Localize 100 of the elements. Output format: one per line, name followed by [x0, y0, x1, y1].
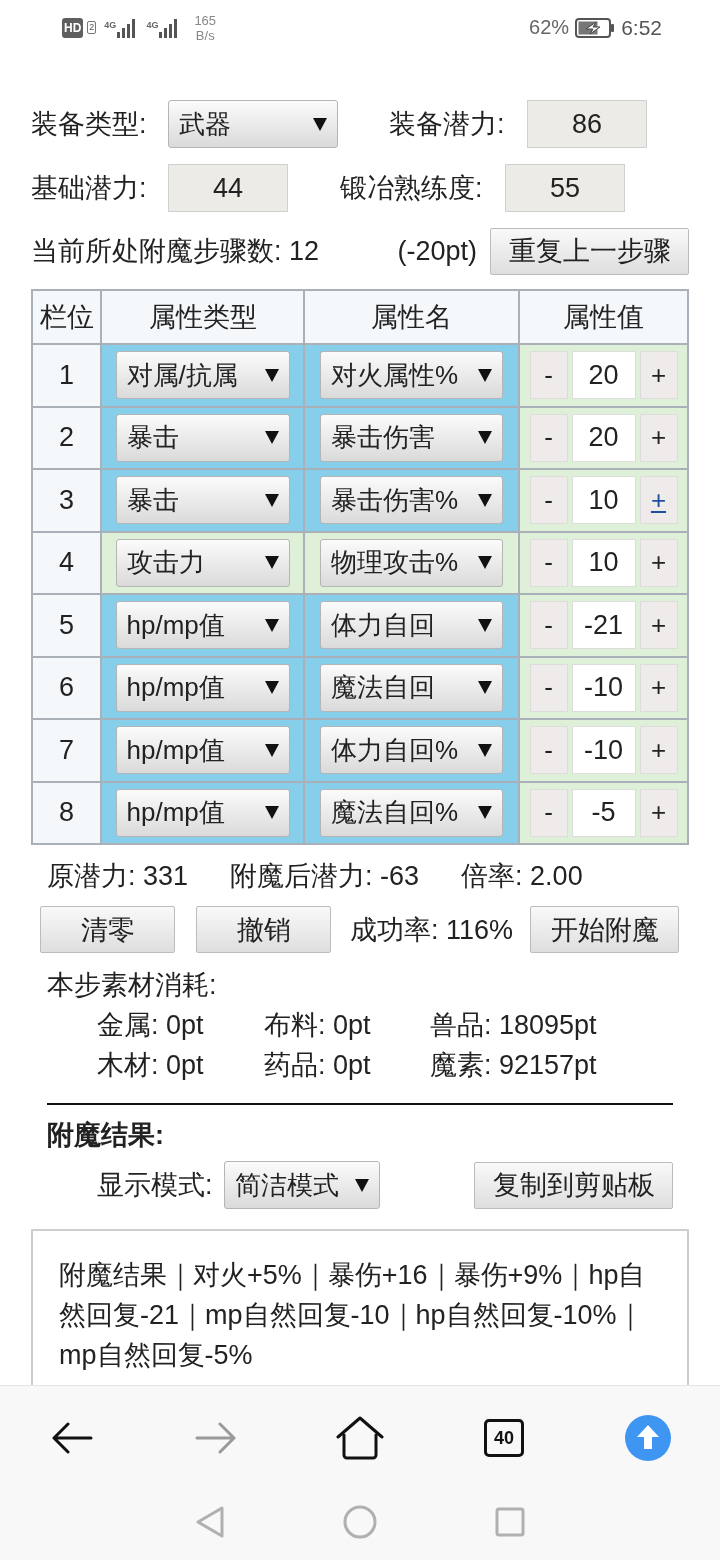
increment-button[interactable]: +: [639, 351, 678, 400]
value-field[interactable]: 10: [571, 538, 636, 587]
copy-to-clipboard-button[interactable]: 复制到剪贴板: [474, 1161, 673, 1209]
slot-number: 7: [33, 720, 100, 781]
increment-button[interactable]: +: [639, 726, 678, 775]
attribute-type-dropdown[interactable]: 暴击: [115, 476, 290, 525]
decrement-button[interactable]: -: [529, 351, 568, 400]
display-mode-dropdown[interactable]: 简洁模式: [223, 1161, 380, 1209]
material-cost: 布料: 0pt: [264, 1009, 372, 1042]
battery-charging-icon: [575, 17, 616, 38]
undo-button[interactable]: 撤销: [196, 906, 331, 953]
slot-number: 5: [33, 595, 100, 656]
caret-icon: [478, 806, 492, 820]
potential-stat: 原潜力: 331: [47, 860, 189, 893]
attribute-type-dropdown[interactable]: hp/mp值: [115, 788, 290, 837]
attribute-name-dropdown[interactable]: 对火属性%: [320, 351, 503, 400]
equipment-type-label: 装备类型:: [31, 108, 148, 141]
circle-home-icon[interactable]: [343, 1505, 377, 1539]
decrement-button[interactable]: -: [529, 663, 568, 712]
caret-icon: [264, 681, 279, 695]
value-field[interactable]: -21: [571, 601, 636, 650]
increment-button[interactable]: +: [639, 663, 678, 712]
base-potential-field[interactable]: 44: [168, 164, 288, 212]
triangle-back-icon[interactable]: [195, 1505, 225, 1539]
sim-slot-badge: 2: [87, 21, 97, 34]
slot-number: 1: [33, 345, 100, 406]
potential-stat: 倍率: 2.00: [461, 860, 583, 893]
caret-icon: [313, 117, 327, 131]
tab-count-button[interactable]: 40: [484, 1419, 524, 1457]
network-type-label: 4G: [146, 19, 159, 30]
caret-icon: [264, 556, 279, 570]
up-arrow-circle-icon[interactable]: [625, 1415, 671, 1461]
increment-button[interactable]: +: [639, 788, 678, 837]
step-cost-text: (-20pt): [397, 235, 477, 267]
material-cost: 木材: 0pt: [97, 1049, 205, 1082]
attribute-type-dropdown[interactable]: 攻击力: [115, 538, 290, 587]
value-field[interactable]: 20: [571, 351, 636, 400]
attribute-name-dropdown[interactable]: 物理攻击%: [320, 538, 503, 587]
back-arrow-icon[interactable]: [51, 1422, 93, 1454]
base-potential-label: 基础潜力:: [31, 172, 148, 205]
decrement-button[interactable]: -: [529, 413, 568, 462]
repeat-step-button[interactable]: 重复上一步骤: [490, 227, 689, 275]
decrement-button[interactable]: -: [529, 788, 568, 837]
equipment-potential-label: 装备潜力:: [389, 108, 506, 141]
battery-percent: 62%: [529, 16, 570, 39]
increment-button[interactable]: +: [639, 413, 678, 462]
value-field[interactable]: 20: [571, 413, 636, 462]
value-field[interactable]: -10: [571, 726, 636, 775]
network-type-label: 4G: [104, 19, 117, 30]
attribute-name-dropdown[interactable]: 魔法自回: [320, 663, 503, 712]
slot-number: 8: [33, 782, 100, 843]
caret-icon: [478, 681, 492, 695]
column-header: 属性值: [520, 291, 687, 343]
attribute-name-dropdown[interactable]: 魔法自回%: [320, 788, 503, 837]
caret-icon: [264, 431, 279, 445]
decrement-button[interactable]: -: [529, 538, 568, 587]
attribute-name-dropdown[interactable]: 暴击伤害: [320, 413, 503, 462]
column-header: 属性类型: [102, 291, 303, 343]
value-field[interactable]: 10: [571, 476, 636, 525]
attribute-type-dropdown[interactable]: 对属/抗属: [115, 351, 290, 400]
caret-icon: [264, 743, 279, 757]
slot-number: 2: [33, 407, 100, 468]
attribute-type-dropdown[interactable]: hp/mp值: [115, 663, 290, 712]
attribute-name-dropdown[interactable]: 暴击伤害%: [320, 476, 503, 525]
slot-number: 6: [33, 657, 100, 718]
attribute-type-dropdown[interactable]: hp/mp值: [115, 726, 290, 775]
caret-icon: [478, 493, 492, 507]
attribute-type-dropdown[interactable]: 暴击: [115, 413, 290, 462]
caret-icon: [264, 493, 279, 507]
material-cost: 药品: 0pt: [264, 1049, 372, 1082]
caret-icon: [478, 743, 492, 757]
caret-icon: [264, 618, 279, 632]
decrement-button[interactable]: -: [529, 476, 568, 525]
start-enchant-button[interactable]: 开始附魔: [530, 906, 679, 953]
column-header: 属性名: [305, 291, 518, 343]
square-recents-icon[interactable]: [495, 1507, 525, 1537]
increment-button[interactable]: +: [639, 476, 678, 525]
material-cost: 兽品: 18095pt: [430, 1009, 598, 1042]
increment-button[interactable]: +: [639, 538, 678, 587]
value-field[interactable]: -5: [571, 788, 636, 837]
smithing-skill-field[interactable]: 55: [505, 164, 625, 212]
equipment-type-dropdown[interactable]: 武器: [168, 100, 338, 148]
material-cost: 金属: 0pt: [97, 1009, 205, 1042]
equipment-potential-field[interactable]: 86: [527, 100, 647, 148]
attribute-name-dropdown[interactable]: 体力自回%: [320, 726, 503, 775]
caret-icon: [264, 806, 279, 820]
attribute-type-dropdown[interactable]: hp/mp值: [115, 601, 290, 650]
decrement-button[interactable]: -: [529, 726, 568, 775]
decrement-button[interactable]: -: [529, 601, 568, 650]
smithing-skill-label: 锻冶熟练度:: [340, 172, 484, 205]
increment-button[interactable]: +: [639, 601, 678, 650]
reset-button[interactable]: 清零: [40, 906, 175, 953]
success-rate-text: 成功率: 116%: [350, 913, 514, 947]
value-field[interactable]: -10: [571, 663, 636, 712]
home-icon[interactable]: [336, 1416, 384, 1460]
caret-icon: [354, 1178, 369, 1192]
caret-icon: [478, 618, 492, 632]
attribute-name-dropdown[interactable]: 体力自回: [320, 601, 503, 650]
caret-icon: [478, 556, 492, 570]
forward-arrow-icon[interactable]: [195, 1422, 237, 1454]
